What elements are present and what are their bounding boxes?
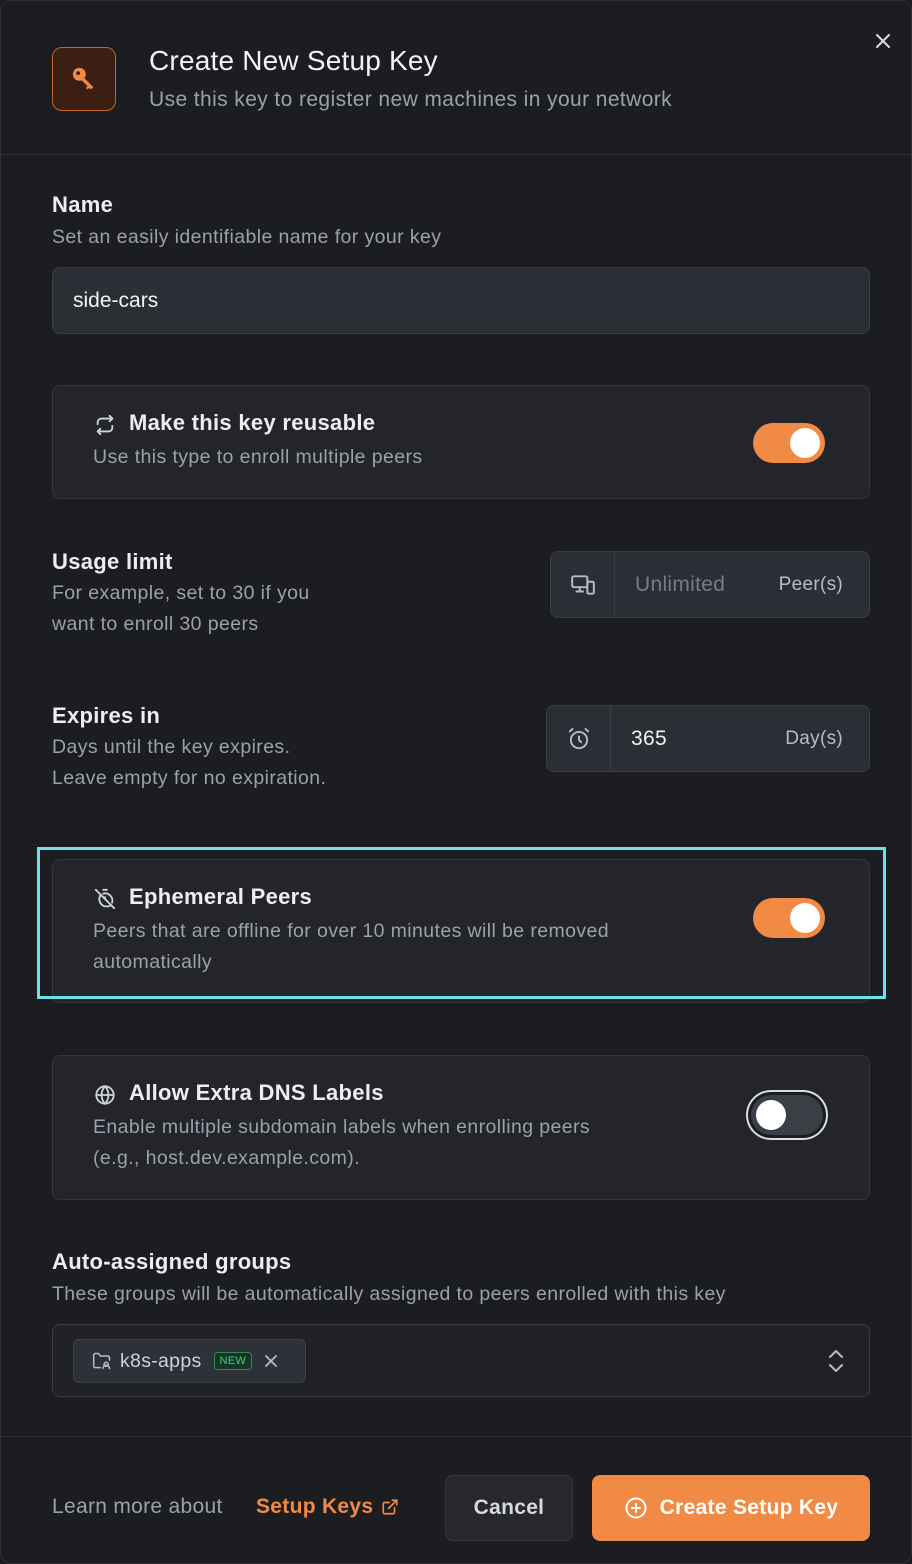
- setup-keys-link-label[interactable]: Setup Keys: [256, 1495, 373, 1519]
- create-setup-key-button[interactable]: Create Setup Key: [592, 1475, 870, 1541]
- create-setup-key-modal: Create New Setup Key Use this key to reg…: [0, 0, 912, 1564]
- dns-labels-card: Allow Extra DNS Labels Enable multiple s…: [52, 1055, 870, 1200]
- group-chip-label: k8s-apps: [120, 1349, 202, 1372]
- cancel-button[interactable]: Cancel: [445, 1475, 573, 1541]
- reusable-title: Make this key reusable: [129, 410, 376, 435]
- plus-circle-icon: [624, 1496, 648, 1520]
- expires-value[interactable]: 365: [611, 727, 785, 751]
- expires-field[interactable]: 365 Day(s): [546, 705, 870, 772]
- folder-group-icon: [92, 1351, 112, 1371]
- ephemeral-toggle[interactable]: [753, 898, 825, 938]
- reusable-card: Make this key reusable Use this type to …: [52, 385, 870, 499]
- groups-title: Auto-assigned groups: [52, 1249, 292, 1274]
- dns-labels-description-2: (e.g., host.dev.example.com).: [93, 1147, 361, 1169]
- setup-keys-link[interactable]: Setup Keys: [256, 1495, 399, 1519]
- groups-description: These groups will be automatically assig…: [52, 1283, 726, 1305]
- group-chip: k8s-apps NEW: [73, 1339, 306, 1383]
- learn-more-text: Learn more about: [52, 1495, 223, 1518]
- key-icon: [52, 47, 116, 111]
- create-setup-key-label[interactable]: Create Setup Key: [660, 1496, 839, 1520]
- groups-select[interactable]: k8s-apps NEW: [52, 1324, 870, 1397]
- modal-subtitle: Use this key to register new machines in…: [149, 88, 673, 111]
- modal-title: Create New Setup Key: [149, 45, 438, 76]
- ephemeral-description-2: automatically: [93, 951, 213, 973]
- dns-labels-description-1: Enable multiple subdomain labels when en…: [93, 1116, 591, 1138]
- modal-footer: Learn more about Setup Keys Cancel Creat…: [1, 1436, 911, 1564]
- repeat-icon: [93, 413, 117, 437]
- usage-limit-title: Usage limit: [52, 549, 173, 574]
- ephemeral-title: Ephemeral Peers: [129, 884, 313, 909]
- new-badge: NEW: [213, 1352, 253, 1370]
- expires-description-1: Days until the key expires.: [52, 736, 291, 758]
- reusable-toggle[interactable]: [753, 423, 825, 463]
- name-input[interactable]: [52, 267, 870, 334]
- reusable-description: Use this type to enroll multiple peers: [93, 446, 423, 468]
- chevron-up-down-icon[interactable]: [825, 1347, 847, 1375]
- globe-icon: [93, 1083, 117, 1107]
- expires-title: Expires in: [52, 703, 161, 728]
- expires-unit: Day(s): [785, 727, 843, 749]
- timer-off-icon: [93, 887, 117, 911]
- alarm-clock-icon: [547, 706, 611, 771]
- usage-limit-placeholder[interactable]: Unlimited: [615, 573, 779, 597]
- usage-limit-description-1: For example, set to 30 if you: [52, 582, 310, 604]
- modal-header: Create New Setup Key Use this key to reg…: [1, 1, 911, 155]
- close-icon[interactable]: [869, 27, 897, 55]
- name-description: Set an easily identifiable name for your…: [52, 226, 442, 248]
- ephemeral-description-1: Peers that are offline for over 10 minut…: [93, 920, 610, 942]
- ephemeral-card: Ephemeral Peers Peers that are offline f…: [52, 859, 870, 1003]
- name-title: Name: [52, 192, 114, 217]
- external-link-icon: [381, 1498, 399, 1516]
- dns-labels-toggle[interactable]: [751, 1095, 823, 1135]
- devices-icon: [551, 552, 615, 617]
- usage-limit-field[interactable]: Unlimited Peer(s): [550, 551, 870, 618]
- dns-labels-title: Allow Extra DNS Labels: [129, 1080, 384, 1105]
- expires-description-2: Leave empty for no expiration.: [52, 767, 327, 789]
- usage-limit-unit: Peer(s): [778, 573, 843, 595]
- usage-limit-description-2: want to enroll 30 peers: [52, 613, 259, 635]
- remove-chip-icon[interactable]: [264, 1354, 278, 1368]
